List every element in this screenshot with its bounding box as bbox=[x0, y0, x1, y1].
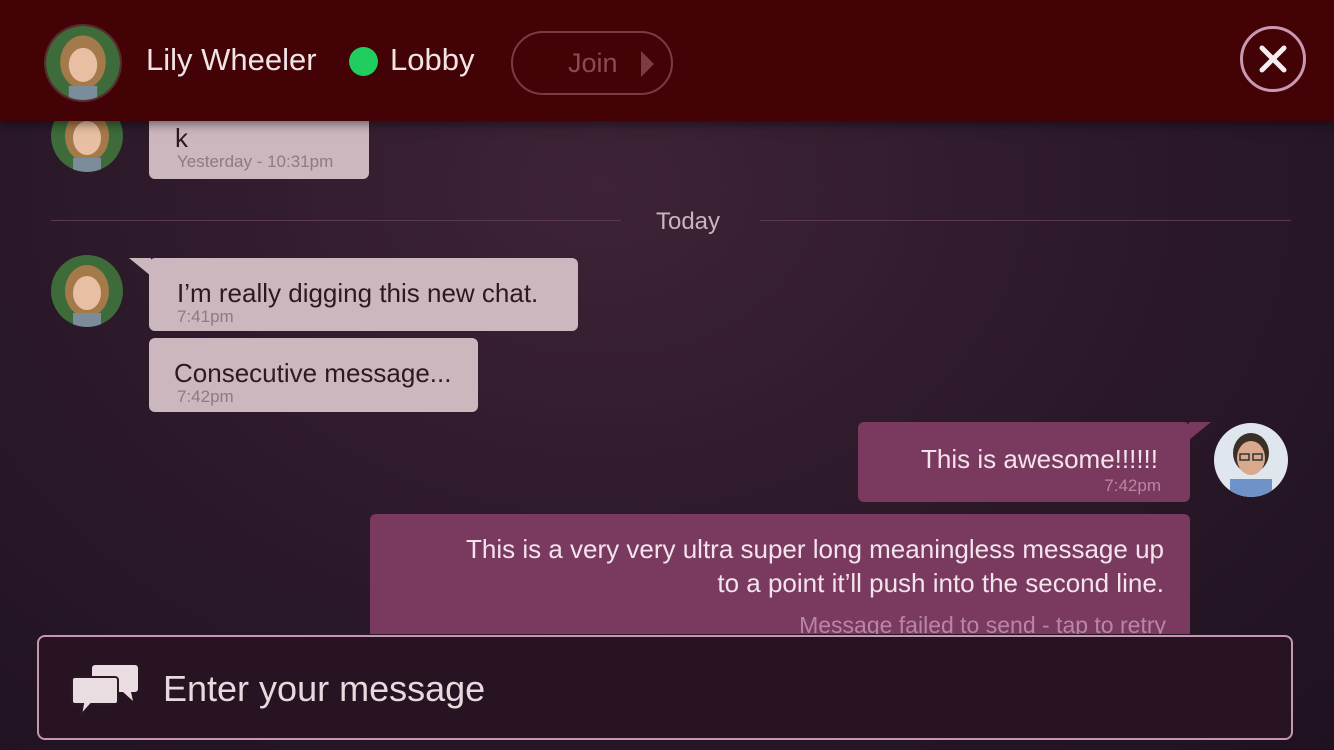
close-button[interactable] bbox=[1240, 26, 1306, 92]
message-text: k bbox=[175, 123, 188, 153]
failed-message-bubble[interactable]: This is a very very ultra super long mea… bbox=[370, 514, 1190, 634]
message-text: This is awesome!!!!!! bbox=[921, 444, 1158, 474]
divider-line-right bbox=[760, 220, 1291, 221]
message-timestamp: 7:42pm bbox=[177, 387, 234, 406]
message-text: I’m really digging this new chat. bbox=[177, 278, 539, 308]
message-timestamp: 7:41pm bbox=[177, 307, 234, 326]
date-divider: Today bbox=[655, 208, 721, 235]
close-icon bbox=[1259, 45, 1287, 73]
contact-avatar[interactable] bbox=[51, 255, 123, 327]
message-bubble[interactable]: I’m really digging this new chat. 7:41pm bbox=[149, 258, 578, 331]
play-arrow-icon bbox=[641, 51, 654, 77]
message-text: Consecutive message... bbox=[174, 358, 452, 388]
join-button[interactable]: Join bbox=[511, 31, 673, 95]
contact-name: Lily Wheeler bbox=[146, 42, 317, 77]
chat-bubbles-icon bbox=[71, 665, 138, 717]
room-name: Lobby bbox=[390, 42, 475, 77]
message-text-line2: to a point it’ll push into the second li… bbox=[717, 568, 1164, 598]
bubble-tail bbox=[129, 258, 151, 276]
retry-send-link[interactable]: Message failed to send - tap to retry bbox=[799, 612, 1166, 634]
message-composer bbox=[37, 635, 1293, 740]
message-bubble[interactable]: Consecutive message... 7:42pm bbox=[149, 338, 478, 412]
join-label: Join bbox=[568, 48, 618, 78]
message-text-line1: This is a very very ultra super long mea… bbox=[466, 534, 1164, 564]
contact-avatar[interactable] bbox=[44, 24, 122, 102]
online-status-icon bbox=[349, 47, 378, 76]
divider-line-left bbox=[51, 220, 621, 221]
message-bubble[interactable]: This is awesome!!!!!! 7:42pm bbox=[858, 422, 1190, 502]
message-input[interactable] bbox=[161, 663, 1265, 715]
chat-header: Lily Wheeler Lobby Join bbox=[0, 0, 1334, 121]
message-timestamp: 7:42pm bbox=[1104, 476, 1161, 495]
bubble-tail bbox=[1189, 422, 1211, 440]
user-avatar[interactable] bbox=[1214, 423, 1288, 497]
message-timestamp: Yesterday - 10:31pm bbox=[177, 152, 334, 171]
